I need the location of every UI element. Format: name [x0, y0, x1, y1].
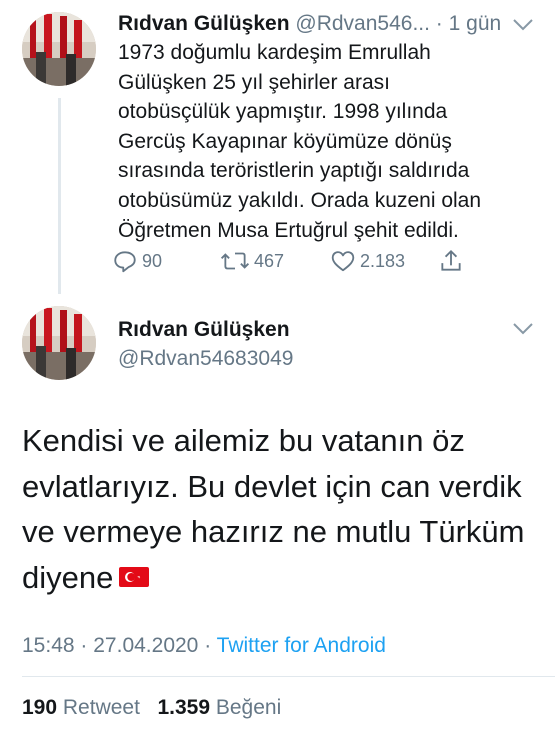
tweet-line: diyene — [22, 555, 542, 601]
tweet-line: sırasında teröristlerin yaptığı saldırıd… — [118, 159, 470, 183]
display-name[interactable]: Rıdvan Gülüşken — [118, 12, 290, 35]
separator: · — [204, 634, 212, 657]
tweet-text: 1973 doğumlu kardeşim Emrullah Gülüşken … — [118, 38, 528, 245]
share-button[interactable] — [438, 248, 464, 274]
tweet-line: evlatlarıyız. Bu devlet için can verdik — [22, 468, 522, 504]
timestamp[interactable]: 1 gün — [449, 12, 502, 35]
tweet-actions: 90 467 2.183 — [112, 248, 555, 278]
share-icon — [441, 249, 461, 271]
tweet-line: Öğretmen Musa Ertuğrul şehit edildi. — [118, 218, 459, 242]
tweet-meta: 15:48 · 27.04.2020 · Twitter for Android — [22, 634, 386, 658]
like-count: 2.183 — [360, 250, 406, 271]
reply-icon — [114, 251, 136, 273]
like-label: Beğeni — [215, 696, 282, 719]
source-link[interactable]: Twitter for Android — [217, 634, 386, 657]
retweet-icon — [220, 252, 250, 270]
thread-connector — [58, 98, 61, 294]
profile-photo — [22, 306, 96, 380]
chevron-down-icon[interactable] — [512, 322, 534, 336]
likes-stat[interactable]: 1.359 Beğeni — [157, 696, 281, 719]
tweet-line: Gercüş Kayapınar köyümüze dönüş — [118, 129, 452, 153]
tweet-time: 15:48 — [22, 634, 75, 657]
tweet-date: 27.04.2020 — [93, 634, 199, 657]
reply-count: 90 — [142, 250, 163, 271]
reply-button[interactable]: 90 — [112, 248, 162, 274]
handle[interactable]: @Rdvan546... — [295, 12, 430, 35]
avatar[interactable] — [22, 306, 96, 380]
tweet-line: Gülüşken 25 yıl şehirler arası — [118, 70, 390, 94]
separator: · — [435, 12, 443, 35]
avatar[interactable] — [22, 12, 96, 86]
retweet-button[interactable]: 467 — [220, 248, 284, 274]
chevron-down-icon[interactable] — [512, 18, 534, 32]
like-total: 1.359 — [157, 696, 211, 719]
retweet-total: 190 — [22, 696, 58, 719]
display-name[interactable]: Rıdvan Gülüşken — [118, 318, 290, 342]
retweet-label: Retweet — [62, 696, 140, 719]
tweet-line: Kendisi ve ailemiz bu vatanın öz — [22, 423, 465, 458]
tweet-line-text: diyene — [22, 559, 114, 595]
tweet-line: otobüsümüz yakıldı. Orada kuzeni olan — [118, 188, 482, 212]
tweet-line: otobüsçülük yapmıştır. 1998 yılında — [118, 100, 448, 124]
engagement-stats: 190 Retweet 1.359 Beğeni — [22, 696, 281, 720]
heart-icon — [331, 251, 355, 272]
tweet-line: 1973 doğumlu kardeşim Emrullah — [118, 41, 431, 64]
retweet-count: 467 — [254, 250, 285, 271]
retweets-stat[interactable]: 190 Retweet — [22, 696, 140, 719]
tweet-line: ve vermeye hazırız ne mutlu Türküm — [22, 514, 525, 549]
turkey-flag-emoji — [119, 567, 150, 588]
divider — [22, 676, 555, 677]
handle[interactable]: @Rdvan54683049 — [118, 347, 293, 371]
tweet-text: Kendisi ve ailemiz bu vatanın öz evlatla… — [22, 418, 542, 600]
like-button[interactable]: 2.183 — [330, 248, 405, 274]
profile-photo — [22, 12, 96, 86]
separator: · — [80, 634, 88, 657]
tweet-header: Rıdvan Gülüşken @Rdvan546... · 1 gün — [118, 12, 501, 36]
